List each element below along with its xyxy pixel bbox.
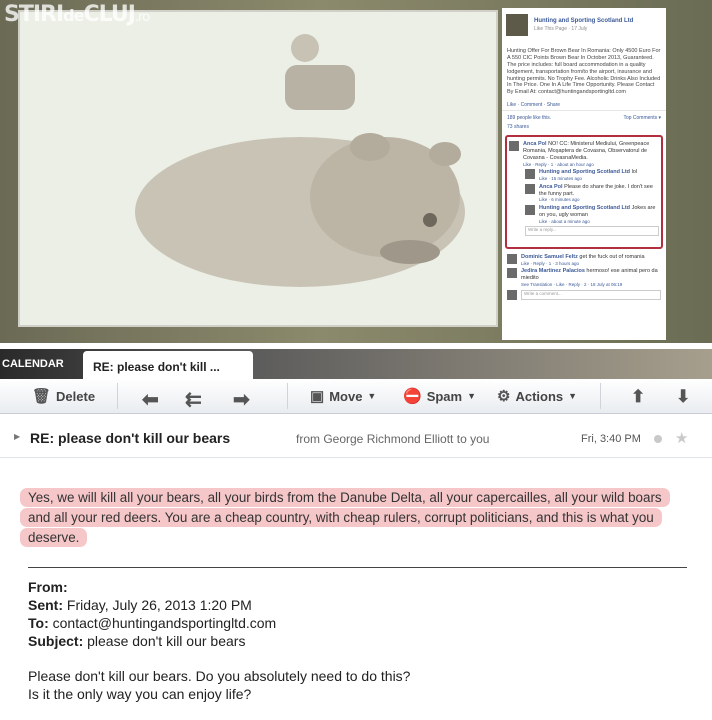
- reply-all-button[interactable]: ⇇: [185, 387, 207, 412]
- avatar[interactable]: [525, 205, 535, 215]
- toolbar-divider: [117, 383, 118, 409]
- fb-more-comments: Dominic Samuel Feltz get the fuck out of…: [502, 249, 666, 305]
- avatar[interactable]: [525, 169, 535, 180]
- watermark-logo: STIRIdeCLUJ.ro: [4, 2, 150, 27]
- reply-icon: ⬅: [142, 389, 159, 411]
- move-button[interactable]: ▣ Move ▼: [310, 387, 376, 405]
- fb-post-header: Hunting and Sporting Scotland Ltd Like T…: [502, 8, 666, 38]
- trash-icon: 🗑: [32, 388, 52, 405]
- article-image: STIRIdeCLUJ.ro Hunting and Sporting Scot…: [0, 0, 712, 343]
- forward-icon: ➡: [233, 389, 250, 411]
- fb-page-sub: Like This Page · 17 July: [534, 25, 588, 32]
- fb-reply: Anca Pol Please do share the joke. I don…: [525, 183, 659, 203]
- arrow-down-icon: ⬇: [676, 387, 691, 406]
- fb-comment-composer: Write a comment...: [507, 289, 661, 300]
- expand-triangle-icon[interactable]: ▶: [14, 432, 20, 441]
- avatar[interactable]: [507, 253, 517, 264]
- fb-comment: Jedira Martinez Palacios hermoso! ese an…: [507, 268, 661, 287]
- reply-all-icon: ⇇: [185, 389, 202, 411]
- next-message-button[interactable]: ⬇: [676, 387, 695, 407]
- message-body: Yes, we will kill all your bears, all yo…: [20, 488, 685, 548]
- reply-button[interactable]: ⬅: [142, 387, 164, 412]
- quoted-from: From:: [28, 579, 68, 595]
- avatar[interactable]: [525, 183, 535, 194]
- fb-reply: Hunting and Sporting Scotland Ltd lol Lik…: [525, 169, 659, 182]
- delete-button[interactable]: 🗑 Delete: [32, 387, 95, 405]
- fb-comment-input[interactable]: Write a comment...: [521, 289, 661, 300]
- arrow-up-icon: ⬆: [631, 387, 646, 406]
- message-subject: RE: please don't kill our bears: [30, 430, 231, 446]
- fb-comment: Dominic Samuel Feltz get the fuck out of…: [507, 253, 661, 267]
- bear-hunting-photo: [18, 10, 498, 327]
- forward-button[interactable]: ➡: [233, 387, 255, 412]
- hunter-figure: [285, 34, 355, 110]
- actions-button[interactable]: ⚙ Actions ▼: [497, 387, 577, 405]
- toolbar-divider: [287, 383, 288, 409]
- quoted-body-line: Is it the only way you can enjoy life?: [28, 686, 252, 702]
- tab-calendar[interactable]: CALENDAR: [2, 358, 64, 370]
- quoted-to: To: contact@huntingandsportingltd.com: [28, 615, 277, 631]
- fb-reply: Hunting and Sporting Scotland Ltd Jokes …: [525, 205, 659, 224]
- fb-reply-input[interactable]: Write a reply...: [525, 226, 659, 237]
- fb-likes-row: 189 people like this. Top Comments ▾: [502, 111, 666, 122]
- chevron-down-icon: ▼: [467, 391, 477, 401]
- spam-shield-icon: ⛔: [403, 388, 422, 405]
- avatar[interactable]: [509, 140, 519, 151]
- quoted-body-line: Please don't kill our bears. Do you abso…: [28, 668, 411, 684]
- fb-page-name[interactable]: Hunting and Sporting Scotland Ltd: [534, 18, 633, 26]
- fb-shares-count[interactable]: 73 shares: [502, 123, 666, 135]
- message-header: ▶ RE: please don't kill our bears from G…: [0, 423, 712, 458]
- chevron-down-icon: ▼: [367, 391, 377, 401]
- message-date: Fri, 3:40 PM: [581, 433, 641, 445]
- facebook-post: Hunting and Sporting Scotland Ltd Like T…: [502, 8, 666, 340]
- folder-move-icon: ▣: [310, 388, 325, 405]
- tab-message[interactable]: RE: please don't kill ...: [83, 351, 253, 379]
- avatar[interactable]: [507, 268, 517, 279]
- quoted-subject: Subject: please don't kill our bears: [28, 633, 246, 649]
- fb-comment: Anca Pol NO! CC: Ministerul Mediului, Gr…: [509, 140, 659, 167]
- status-dot-icon[interactable]: [654, 435, 662, 443]
- mail-tab-bar: CALENDAR RE: please don't kill ...: [0, 349, 712, 379]
- fb-post-text: Hunting Offer For Brown Bear In Romania:…: [507, 48, 661, 96]
- fb-post-actions[interactable]: Like · Comment · Share: [502, 100, 666, 112]
- previous-message-button[interactable]: ⬆: [631, 387, 650, 407]
- bear-image: [135, 133, 465, 287]
- gear-icon: ⚙: [497, 388, 511, 405]
- highlighted-reply-text: Yes, we will kill all your bears, all yo…: [20, 488, 670, 547]
- quoted-sent: Sent: Friday, July 26, 2013 1:20 PM: [28, 597, 252, 613]
- fb-top-comments[interactable]: Top Comments ▾: [623, 115, 661, 121]
- fb-page-avatar[interactable]: [506, 14, 528, 36]
- fb-highlighted-thread: Anca Pol NO! CC: Ministerul Mediului, Gr…: [505, 134, 663, 249]
- toolbar-divider: [600, 383, 601, 409]
- quote-divider: [28, 567, 687, 568]
- spam-button[interactable]: ⛔ Spam ▼: [403, 387, 476, 405]
- fb-likes-count[interactable]: 189 people like this.: [507, 115, 551, 121]
- message-from[interactable]: from George Richmond Elliott to you: [296, 432, 489, 446]
- quoted-message: From: Sent: Friday, July 26, 2013 1:20 P…: [28, 578, 688, 703]
- mail-toolbar: 🗑 Delete ⬅ ⇇ ➡ ▣ Move ▼ ⛔ Spam ▼ ⚙ Actions ▼ ⬆ …: [0, 379, 712, 414]
- chevron-down-icon: ▼: [568, 391, 578, 401]
- star-icon[interactable]: ★: [675, 429, 688, 447]
- avatar: [507, 289, 517, 300]
